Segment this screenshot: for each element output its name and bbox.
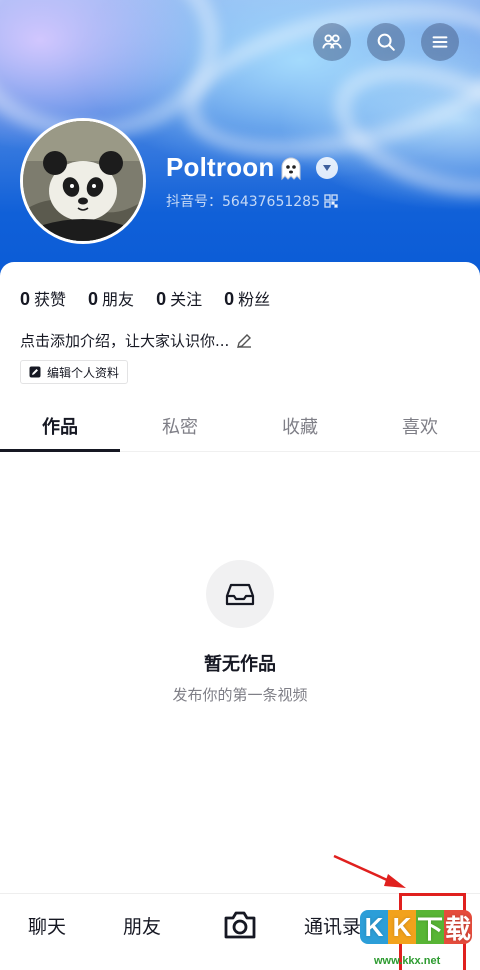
douyin-id: 抖音号：56437651285	[166, 194, 320, 210]
empty-state-subtitle: 发布你的第一条视频	[172, 686, 308, 704]
stat-followers[interactable]: 0 粉丝	[224, 286, 270, 310]
stat-label: 朋友	[102, 290, 135, 309]
nav-chat[interactable]: 聊天	[28, 912, 66, 939]
avatar[interactable]	[20, 118, 146, 244]
stat-label: 获赞	[34, 290, 67, 309]
empty-state-title: 暂无作品	[204, 654, 276, 675]
stat-label: 关注	[170, 290, 203, 309]
menu-button[interactable]	[421, 23, 459, 61]
stat-label: 粉丝	[238, 290, 271, 309]
watermark-char: K	[360, 910, 388, 944]
stat-following[interactable]: 0 关注	[156, 286, 202, 310]
watermark-url: www.kkx.net	[374, 955, 441, 967]
stats-row: 0 获赞 0 朋友 0 关注 0 粉丝	[20, 286, 270, 310]
edit-icon	[29, 366, 41, 378]
ghost-emoji-icon	[281, 157, 301, 180]
stat-friends[interactable]: 0 朋友	[88, 286, 134, 310]
bio-row[interactable]: 点击添加介绍，让大家认识你...	[20, 330, 253, 351]
content-tabs: 作品 私密 收藏 喜欢	[0, 408, 480, 452]
tab-works[interactable]: 作品	[0, 408, 120, 452]
friends-icon	[322, 34, 342, 49]
profile-name: Poltroon	[166, 152, 275, 182]
watermark-char: 下	[416, 910, 444, 944]
watermark-char: 载	[444, 910, 472, 944]
nav-camera-button[interactable]	[222, 908, 258, 946]
douyin-id-row[interactable]: 抖音号：56437651285	[166, 191, 338, 211]
tab-likes[interactable]: 喜欢	[360, 408, 480, 451]
stat-likes[interactable]: 0 获赞	[20, 286, 66, 310]
stat-value: 0	[224, 289, 235, 309]
panda-avatar-image	[23, 121, 143, 241]
inbox-tray-icon	[225, 583, 255, 606]
stat-value: 0	[156, 289, 167, 309]
menu-icon	[432, 36, 448, 48]
empty-state-icon-wrap	[206, 560, 274, 628]
account-switch-dropdown[interactable]	[316, 156, 339, 179]
watermark-logo: K K 下 载	[360, 910, 472, 944]
search-button[interactable]	[367, 23, 405, 61]
bio-text: 点击添加介绍，让大家认识你...	[20, 332, 230, 350]
nav-contacts[interactable]: 通讯录	[304, 912, 361, 939]
annotation-arrow	[333, 854, 406, 888]
profile-name-row: Poltroon	[166, 152, 339, 183]
stat-value: 0	[88, 289, 99, 309]
edit-profile-label: 编辑个人资料	[47, 365, 120, 380]
camera-icon	[224, 911, 256, 939]
qrcode-icon[interactable]	[324, 194, 338, 208]
search-icon	[377, 33, 395, 51]
nav-friends[interactable]: 朋友	[123, 912, 161, 939]
tab-favorites[interactable]: 收藏	[240, 408, 360, 451]
watermark-char: K	[388, 910, 416, 944]
edit-profile-button[interactable]: 编辑个人资料	[20, 360, 129, 384]
tab-private[interactable]: 私密	[120, 408, 240, 451]
caret-down-icon	[323, 164, 332, 171]
stat-value: 0	[20, 289, 31, 309]
friends-button[interactable]	[313, 23, 351, 61]
pencil-icon	[237, 333, 252, 348]
